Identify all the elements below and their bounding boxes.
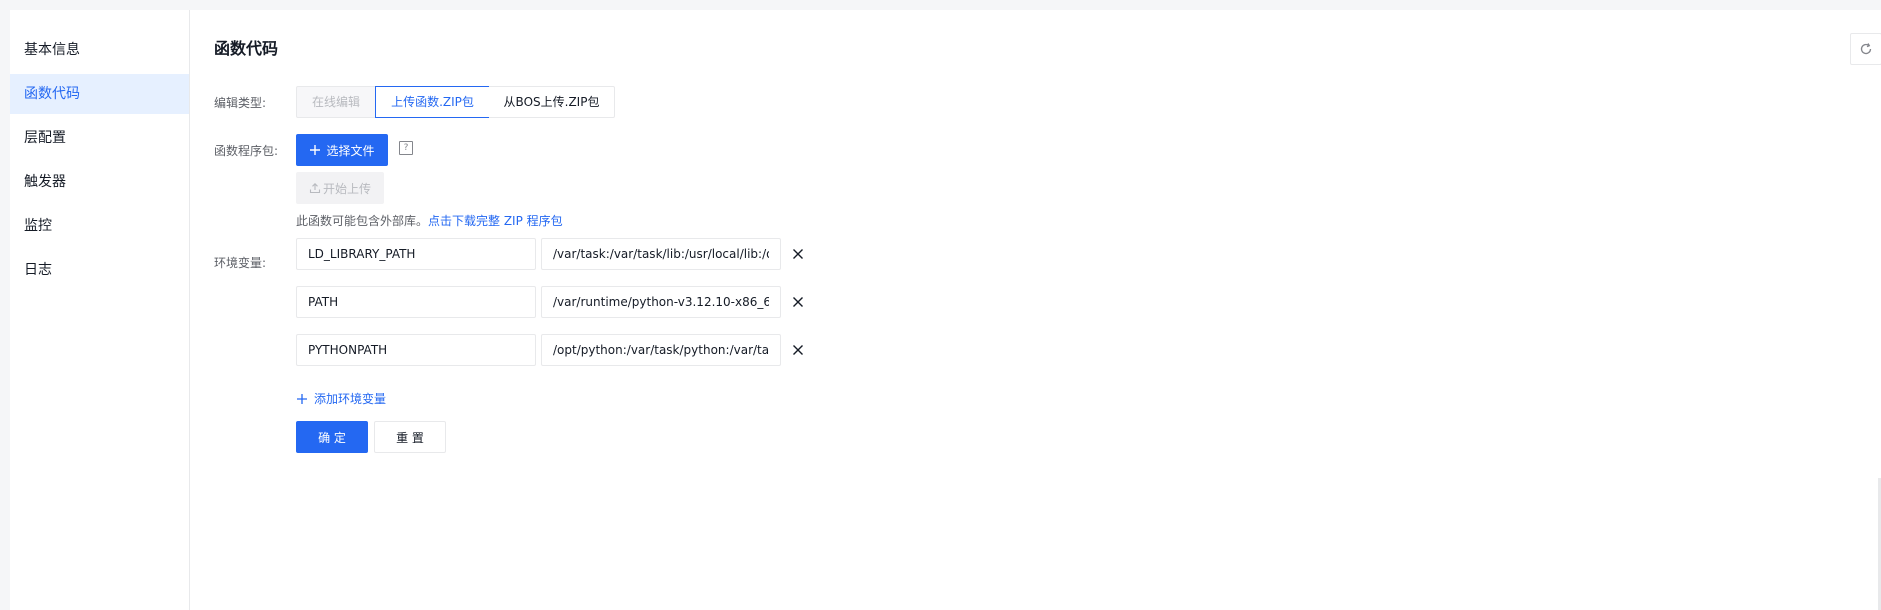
edit-type-bos-zip[interactable]: 从BOS上传.ZIP包 (489, 86, 615, 118)
sidebar-item-monitoring[interactable]: 监控 (10, 206, 189, 246)
sidebar-item-triggers[interactable]: 触发器 (10, 162, 189, 202)
edit-type-online-label: 在线编辑 (311, 95, 360, 109)
add-env-button[interactable]: 添加环境变量 (296, 390, 386, 407)
plus-icon (310, 145, 321, 155)
remove-env-button[interactable] (790, 294, 806, 310)
start-upload-button[interactable]: 开始上传 (296, 172, 384, 204)
close-icon (793, 297, 803, 307)
package-label: 函数程序包: (214, 144, 279, 158)
edit-type-label: 编辑类型: (214, 96, 267, 110)
remove-env-button[interactable] (790, 246, 806, 262)
add-env-label: 添加环境变量 (314, 392, 387, 406)
edit-type-online[interactable]: 在线编辑 (296, 86, 376, 118)
download-zip-link[interactable]: 点击下载完整 ZIP 程序包 (428, 214, 563, 228)
sidebar-item-label: 基本信息 (24, 42, 80, 58)
page-title: 函数代码 (214, 39, 279, 58)
sidebar-item-layers[interactable]: 层配置 (10, 118, 189, 158)
help-icon[interactable]: ? (399, 141, 413, 155)
package-note-text: 此函数可能包含外部库。 (296, 214, 429, 228)
sidebar-item-label: 日志 (24, 262, 52, 278)
reset-label: 重 置 (396, 430, 424, 445)
sidebar-item-label: 函数代码 (24, 86, 80, 102)
reset-button[interactable]: 重 置 (374, 421, 446, 453)
start-upload-label: 开始上传 (322, 181, 371, 196)
confirm-label: 确 定 (318, 430, 346, 445)
env-value-input[interactable] (541, 334, 781, 366)
close-icon (793, 249, 803, 259)
env-key-input[interactable] (296, 238, 536, 270)
sidebar-item-logs[interactable]: 日志 (10, 250, 189, 290)
env-label: 环境变量: (214, 256, 267, 270)
sidebar-item-label: 触发器 (24, 174, 66, 190)
edit-type-upload-zip-label: 上传函数.ZIP包 (391, 95, 474, 109)
env-key-input[interactable] (296, 334, 536, 366)
close-icon (793, 345, 803, 355)
confirm-button[interactable]: 确 定 (296, 421, 368, 453)
plus-icon (297, 393, 307, 404)
refresh-button[interactable] (1850, 33, 1881, 65)
sidebar-item-basic-info[interactable]: 基本信息 (10, 30, 189, 70)
package-note: 此函数可能包含外部库。点击下载完整 ZIP 程序包 (296, 212, 563, 229)
refresh-icon (1860, 43, 1872, 55)
app-frame: 基本信息 函数代码 层配置 触发器 监控 日志 函数代码 编辑类型: 在线编辑 … (10, 10, 1881, 610)
env-key-input[interactable] (296, 286, 536, 318)
env-value-input[interactable] (541, 286, 781, 318)
remove-env-button[interactable] (790, 342, 806, 358)
sidebar-item-label: 层配置 (24, 130, 66, 146)
upload-icon (309, 183, 321, 194)
sidebar-item-function-code[interactable]: 函数代码 (10, 74, 189, 114)
sidebar: 基本信息 函数代码 层配置 触发器 监控 日志 (10, 10, 190, 610)
select-file-button[interactable]: 选择文件 (296, 134, 388, 166)
edit-type-upload-zip[interactable]: 上传函数.ZIP包 (375, 86, 490, 118)
select-file-label: 选择文件 (326, 143, 375, 158)
env-value-input[interactable] (541, 238, 781, 270)
main-content: 函数代码 编辑类型: 在线编辑 上传函数.ZIP包 从BOS上传.ZIP包 函数… (190, 10, 1881, 610)
edit-type-bos-zip-label: 从BOS上传.ZIP包 (503, 95, 600, 109)
sidebar-item-label: 监控 (24, 218, 52, 234)
